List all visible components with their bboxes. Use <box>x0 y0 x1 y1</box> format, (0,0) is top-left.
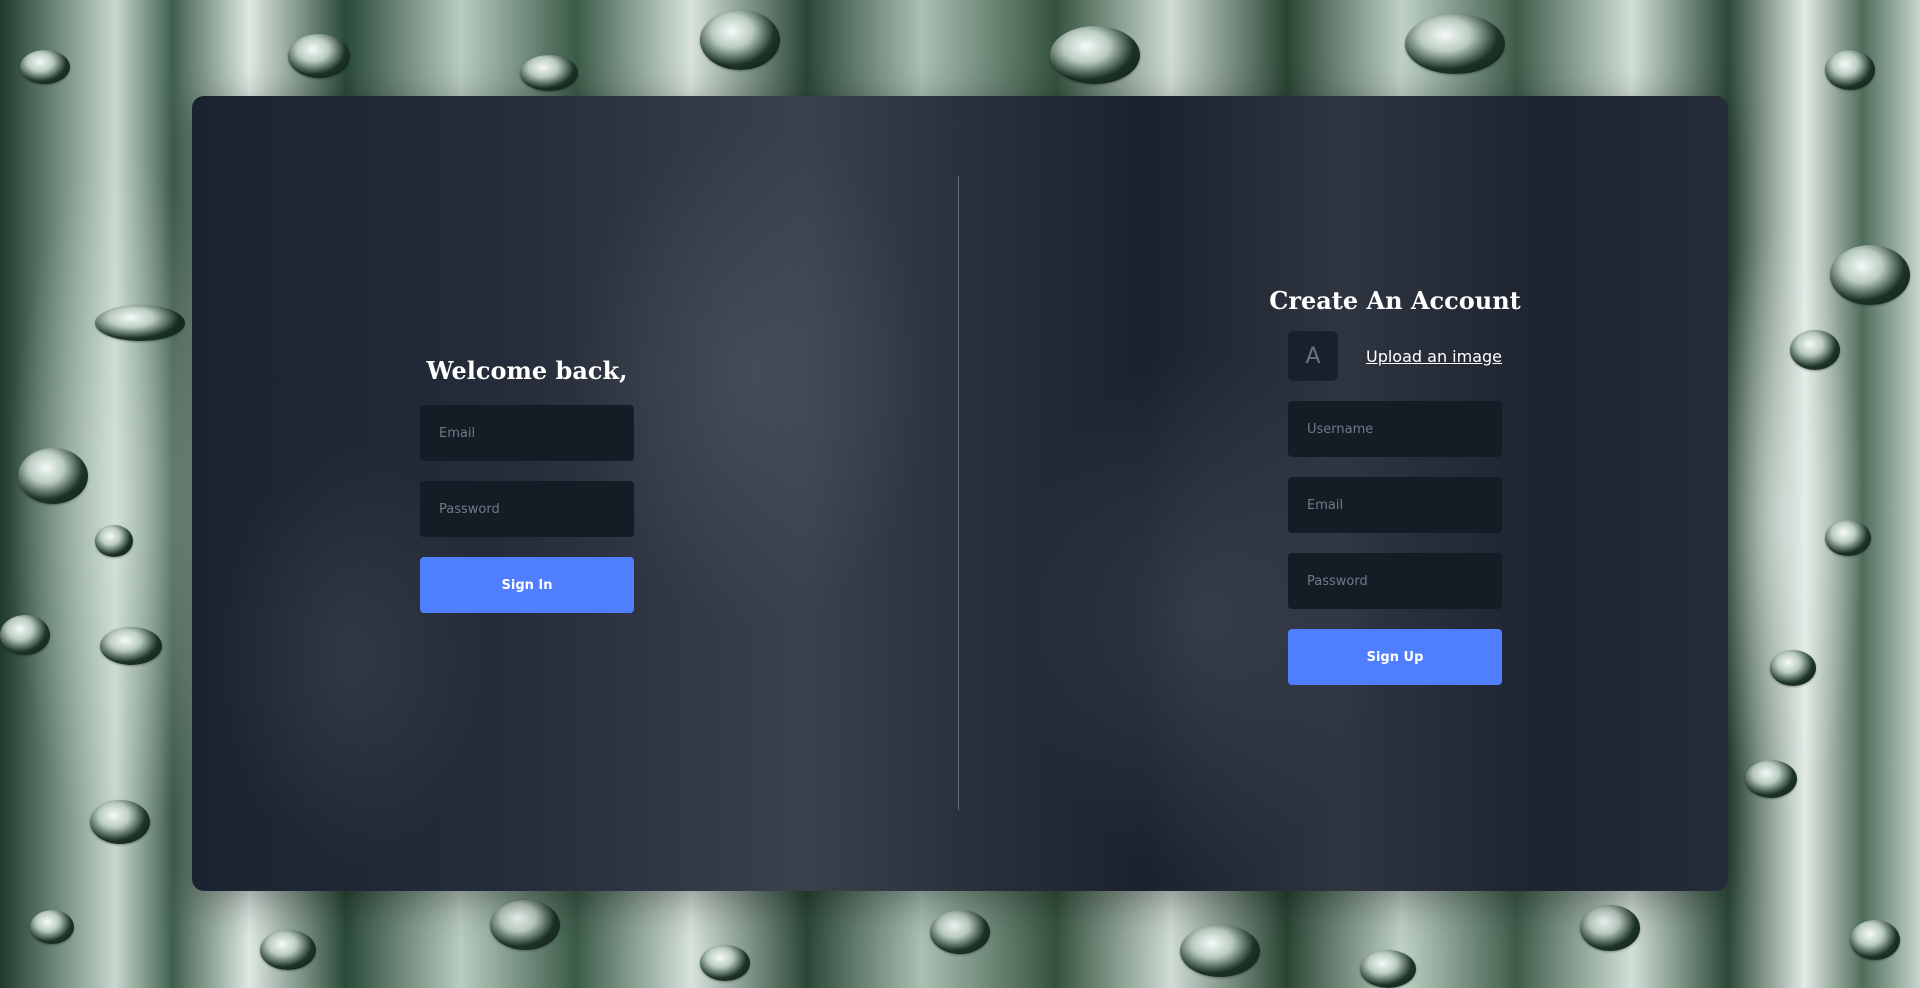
sign-in-panel: Welcome back, Sign In <box>420 356 634 613</box>
avatar-upload-row: A Upload an image <box>1288 331 1502 381</box>
raindrop <box>1790 330 1840 370</box>
raindrop <box>260 930 316 970</box>
sign-in-password-input[interactable] <box>420 481 634 537</box>
raindrop <box>1360 950 1416 988</box>
raindrop <box>1580 905 1640 951</box>
upload-image-link[interactable]: Upload an image <box>1366 347 1502 366</box>
raindrop <box>1745 760 1797 798</box>
raindrop <box>30 910 74 944</box>
raindrop <box>490 900 560 950</box>
raindrop <box>0 615 50 655</box>
raindrop <box>288 34 350 78</box>
raindrop <box>100 627 162 665</box>
panel-divider <box>958 176 959 810</box>
raindrop <box>1405 14 1505 74</box>
auth-card: Welcome back, Sign In Create An Account … <box>192 96 1728 891</box>
raindrop <box>95 305 185 341</box>
raindrop <box>700 945 750 981</box>
sign-up-username-input[interactable] <box>1288 401 1502 457</box>
raindrop <box>1825 520 1871 556</box>
raindrop <box>1180 925 1260 977</box>
raindrop <box>1825 50 1875 90</box>
raindrop <box>1770 650 1816 686</box>
raindrop <box>1850 920 1900 960</box>
sign-up-panel: Create An Account A Upload an image Sign… <box>1269 286 1521 685</box>
raindrop <box>18 448 88 504</box>
raindrop <box>90 800 150 844</box>
avatar-placeholder[interactable]: A <box>1288 331 1338 381</box>
raindrop <box>520 55 578 91</box>
welcome-title: Welcome back, <box>426 356 628 385</box>
sign-up-password-input[interactable] <box>1288 553 1502 609</box>
sign-in-button[interactable]: Sign In <box>420 557 634 613</box>
raindrop <box>1050 26 1140 84</box>
sign-in-email-input[interactable] <box>420 405 634 461</box>
raindrop <box>700 10 780 70</box>
sign-up-email-input[interactable] <box>1288 477 1502 533</box>
raindrop <box>20 50 70 84</box>
raindrop <box>930 910 990 954</box>
sign-up-button[interactable]: Sign Up <box>1288 629 1502 685</box>
raindrop <box>95 525 133 557</box>
raindrop <box>1830 245 1910 305</box>
create-account-title: Create An Account <box>1269 286 1521 315</box>
